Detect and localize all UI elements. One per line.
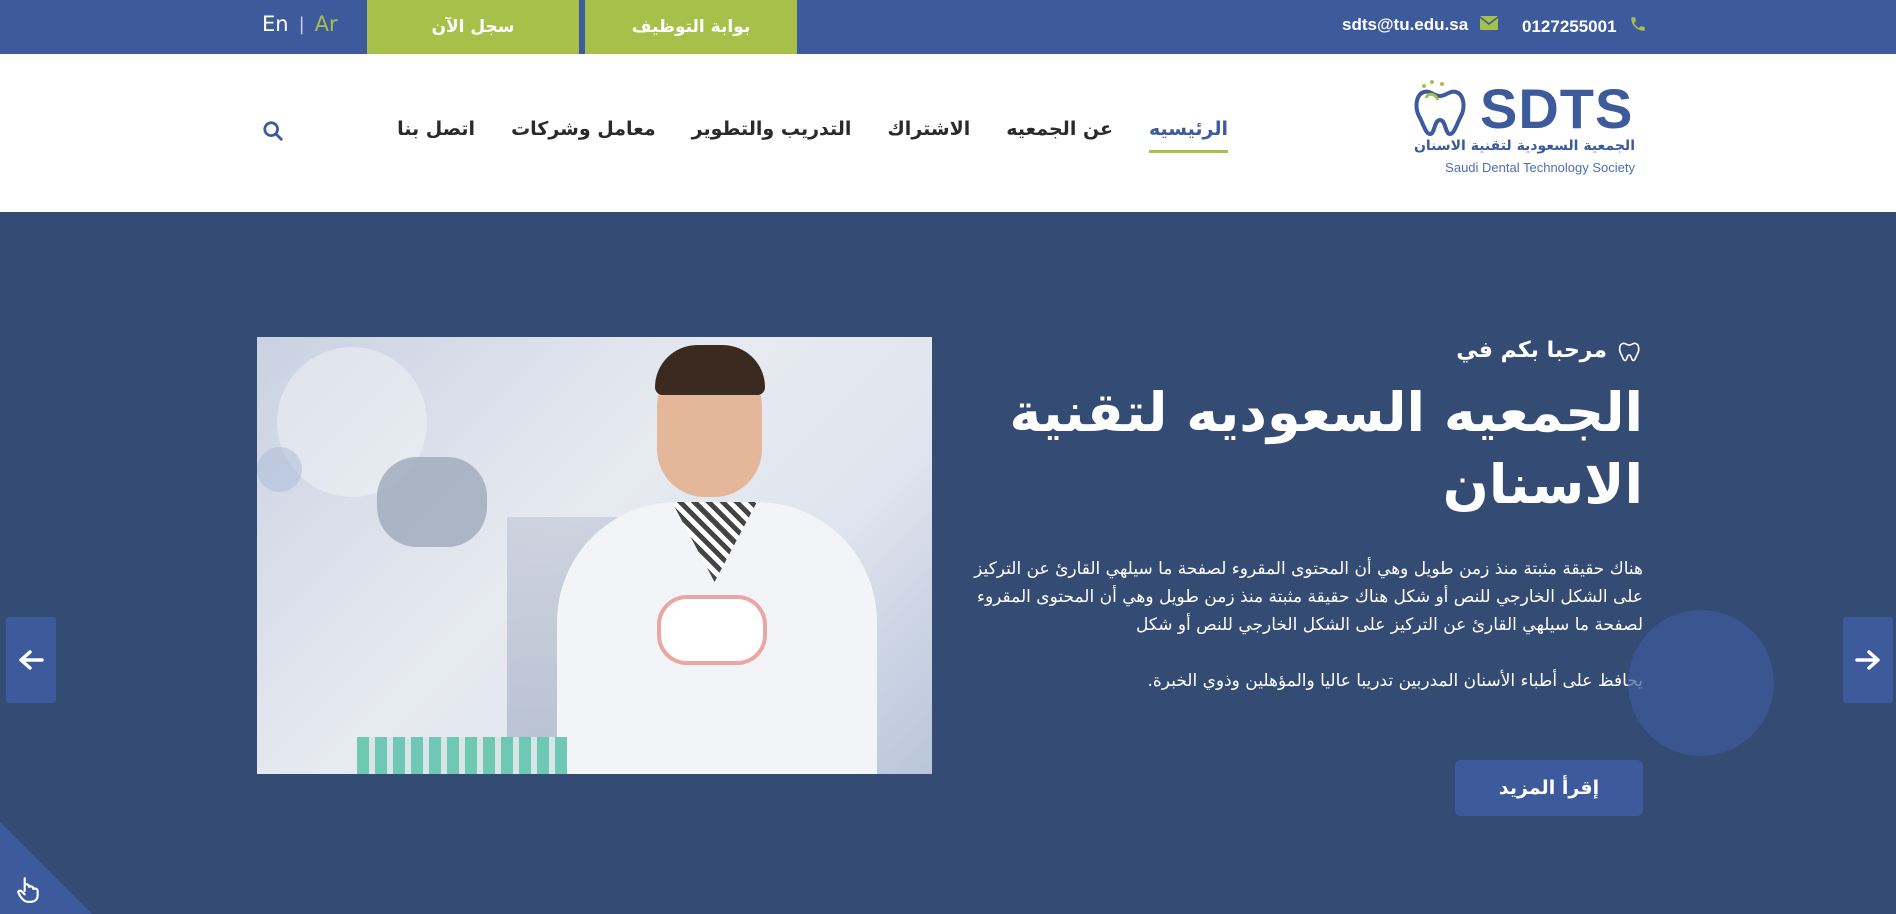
hand-pointer-icon[interactable] [16, 876, 42, 904]
accessibility-corner[interactable] [0, 822, 92, 914]
phone-icon [1629, 15, 1647, 38]
read-more-button[interactable]: إقرأ المزيد [1455, 760, 1643, 816]
dental-tools [357, 737, 567, 774]
arrow-right-icon [1855, 650, 1880, 670]
hero-welcome: مرحبا بكم في [943, 337, 1643, 363]
nav-item-about[interactable]: عن الجمعيه [1006, 118, 1113, 153]
email-contact[interactable]: sdts@tu.edu.sa [1342, 15, 1499, 35]
hero-title: الجمعيه السعوديه لتقنية الاسنان [1009, 381, 1643, 516]
logo-arabic-name: الجمعية السعودية لتقنية الاسنان [1413, 138, 1635, 154]
denture-model [657, 595, 767, 665]
nav-item-home[interactable]: الرئيسيه [1149, 118, 1228, 153]
slider-next-button[interactable] [1843, 617, 1893, 703]
hero-section: مرحبا بكم في الجمعيه السعوديه لتقنية الا… [0, 212, 1896, 914]
main-nav: الرئيسيه عن الجمعيه الاشتراك التدريب وال… [397, 118, 1228, 153]
hero-welcome-text: مرحبا بكم في [1456, 337, 1607, 363]
logo-brand-text: SDTS [1480, 77, 1634, 140]
person-hair [655, 345, 765, 395]
slider-prev-button[interactable] [6, 617, 56, 703]
search-icon[interactable] [262, 120, 284, 142]
arrow-left-icon [19, 650, 44, 670]
lang-en-link[interactable]: En [262, 12, 289, 36]
phone-text[interactable]: 0127255001 [1522, 17, 1617, 37]
nav-item-training[interactable]: التدريب والتطوير [692, 118, 852, 153]
email-text[interactable]: sdts@tu.edu.sa [1342, 15, 1468, 35]
nav-item-contact[interactable]: اتصل بنا [397, 118, 475, 153]
envelope-icon [1479, 15, 1499, 35]
lang-separator: | [298, 13, 305, 35]
tooth-logo-icon [1414, 80, 1466, 137]
phone-contact[interactable]: 0127255001 [1522, 15, 1647, 38]
hero-text-block: مرحبا بكم في الجمعيه السعوديه لتقنية الا… [943, 337, 1643, 695]
nav-item-labs[interactable]: معامل وشركات [511, 118, 656, 153]
hero-paragraph: هناك حقيقة مثبتة منذ زمن طويل وهي أن الم… [974, 559, 1643, 635]
top-bar: En | Ar سجل الآن بوابة التوظيف sdts@tu.e… [0, 0, 1896, 54]
hero-image-dentist [257, 337, 932, 774]
language-switcher: En | Ar [262, 12, 338, 36]
hero-paragraph-secondary: يحافظ على أطباء الأسنان المدربين تدريبا … [1147, 671, 1644, 691]
nav-item-subscription[interactable]: الاشتراك [887, 118, 970, 153]
image-bokeh [257, 447, 302, 492]
tooth-icon [1618, 342, 1640, 362]
jobs-portal-button[interactable]: بوابة التوظيف [585, 0, 797, 54]
dental-lamp [377, 457, 487, 547]
logo-english-name: Saudi Dental Technology Society [1445, 160, 1635, 175]
decorative-circle [1628, 610, 1774, 756]
register-button[interactable]: سجل الآن [367, 0, 579, 54]
lang-ar-link[interactable]: Ar [315, 12, 338, 36]
site-logo[interactable]: SDTS الجمعية السعودية لتقنية الاسنان Sau… [1410, 76, 1635, 186]
